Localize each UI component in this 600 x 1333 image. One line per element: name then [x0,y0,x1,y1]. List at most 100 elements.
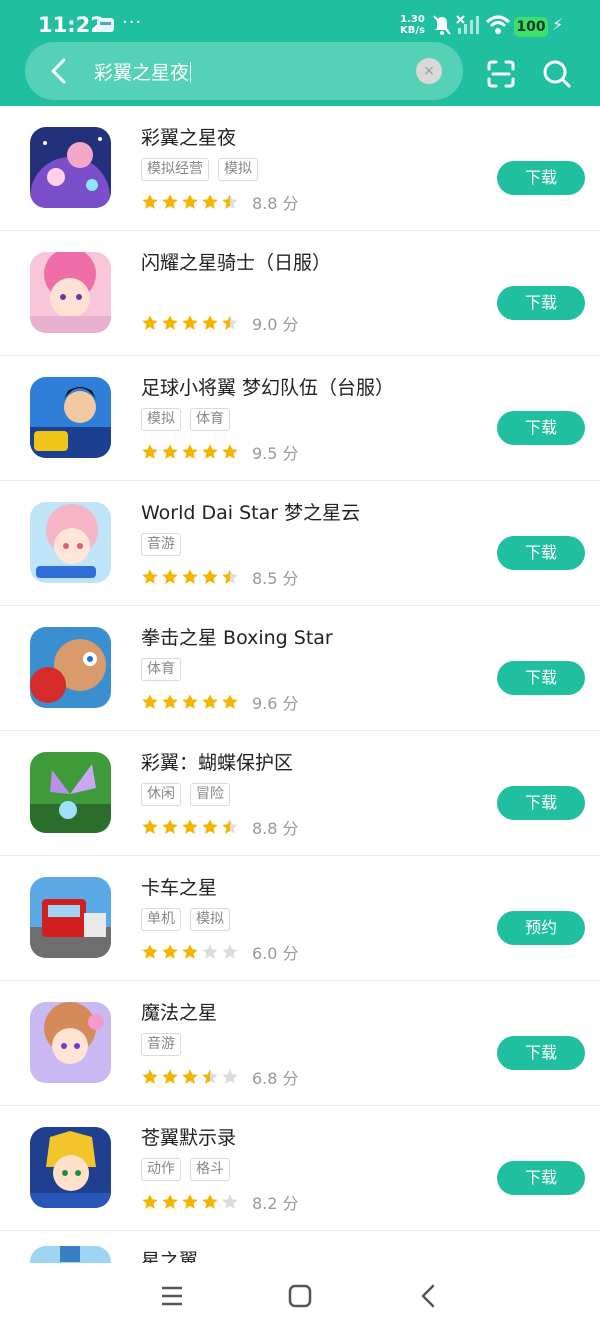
tag: 动作 [141,1158,181,1181]
star-rating [141,314,241,332]
app-name[interactable]: 彩翼之星夜 [141,123,236,150]
app-name[interactable]: 彩翼：蝴蝶保护区 [141,748,293,775]
wifi-icon [485,15,511,34]
star-filled-icon [162,1069,178,1084]
star-filled-icon [182,819,198,834]
search-input[interactable]: 彩翼之星夜 [94,58,192,85]
app-name[interactable]: 卡车之星 [141,873,217,900]
star-rating [141,193,241,211]
app-row-partial[interactable]: 星之翼 [0,1226,600,1263]
app-icon[interactable] [30,1002,111,1083]
tag-list: 动作 格斗 [141,1158,239,1181]
app-row[interactable]: 拳击之星 Boxing Star 体育 9.6 分 下载 [0,606,600,731]
score: 8.5 分 [252,569,299,588]
star-half-icon [222,819,238,834]
star-filled-icon [162,315,178,330]
back-nav-icon[interactable] [418,1284,438,1308]
app-row[interactable]: 卡车之星 单机 模拟 6.0 分 预约 [0,856,600,981]
tag: 音游 [141,1033,181,1056]
star-half-icon [222,315,238,330]
rating: 8.8 分 [141,817,299,838]
charging-icon: ⚡ [552,15,564,34]
download-button[interactable]: 下载 [497,661,585,695]
app-icon[interactable] [30,1246,111,1263]
header: 11:22 ··· 1.30 KB/s 100 ⚡ 彩翼之星夜 × [0,0,600,106]
star-empty-icon [222,944,238,959]
download-button[interactable]: 下载 [497,536,585,570]
search-bar[interactable]: 彩翼之星夜 × [25,42,463,100]
app-icon[interactable] [30,502,111,583]
star-filled-icon [182,315,198,330]
signal-icon [456,15,479,34]
star-rating [141,818,241,836]
tag-list: 模拟 体育 [141,408,239,431]
score: 8.2 分 [252,1194,299,1213]
download-button[interactable]: 下载 [497,161,585,195]
network-speed: 1.30 KB/s [400,14,425,36]
app-row[interactable]: 彩翼之星夜 模拟经营 模拟 8.8 分 下载 [0,106,600,231]
reserve-button[interactable]: 预约 [497,911,585,945]
search-query: 彩翼之星夜 [94,62,190,84]
app-name[interactable]: 闪耀之星骑士（日服） [141,248,331,275]
star-filled-icon [182,444,198,459]
download-button[interactable]: 下载 [497,411,585,445]
tag-list: 单机 模拟 [141,908,239,931]
app-icon[interactable] [30,377,111,458]
search-icon[interactable] [542,58,572,90]
app-row[interactable]: 彩翼：蝴蝶保护区 休闲 冒险 8.8 分 下载 [0,731,600,856]
tag-list: 模拟经营 模拟 [141,158,267,181]
app-name[interactable]: 拳击之星 Boxing Star [141,623,333,650]
app-name[interactable]: World Dai Star 梦之星云 [141,498,360,525]
app-icon[interactable] [30,1127,111,1208]
star-half-icon [202,1069,218,1084]
tag-list: 音游 [141,1033,190,1056]
star-filled-icon [202,444,218,459]
back-icon[interactable] [43,54,77,88]
app-name[interactable]: 星之翼 [141,1246,198,1263]
app-row[interactable]: 苍翼默示录 动作 格斗 8.2 分 下载 [0,1106,600,1231]
download-button[interactable]: 下载 [497,786,585,820]
tag: 冒险 [190,783,230,806]
app-icon[interactable] [30,877,111,958]
home-icon[interactable] [288,1284,312,1308]
app-icon[interactable] [30,752,111,833]
star-filled-icon [142,569,158,584]
app-icon[interactable] [30,127,111,208]
star-filled-icon [202,819,218,834]
star-empty-icon [222,1194,238,1209]
download-button[interactable]: 下载 [497,286,585,320]
star-rating [141,1193,241,1211]
tag: 体育 [141,658,181,681]
star-filled-icon [202,1194,218,1209]
star-filled-icon [222,694,238,709]
score: 6.8 分 [252,1069,299,1088]
download-button[interactable]: 下载 [497,1161,585,1195]
app-row[interactable]: 闪耀之星骑士（日服） 9.0 分 下载 [0,231,600,356]
scan-icon[interactable] [486,59,516,89]
score: 9.5 分 [252,444,299,463]
app-icon[interactable] [30,252,111,333]
app-name[interactable]: 苍翼默示录 [141,1123,236,1150]
app-name[interactable]: 足球小将翼 梦幻队伍（台服） [141,373,394,400]
app-row[interactable]: 魔法之星 音游 6.8 分 下载 [0,981,600,1106]
star-filled-icon [202,194,218,209]
download-button[interactable]: 下载 [497,1036,585,1070]
app-name[interactable]: 魔法之星 [141,998,217,1025]
star-filled-icon [142,944,158,959]
tag: 模拟 [141,408,181,431]
clear-icon[interactable]: × [416,58,442,84]
star-filled-icon [162,819,178,834]
app-row[interactable]: World Dai Star 梦之星云 音游 8.5 分 下载 [0,481,600,606]
rating: 6.8 分 [141,1067,299,1088]
star-rating [141,943,241,961]
tag: 休闲 [141,783,181,806]
star-rating [141,443,241,461]
tag: 音游 [141,533,181,556]
star-filled-icon [202,694,218,709]
app-icon[interactable] [30,627,111,708]
status-bar: 11:22 ··· 1.30 KB/s 100 ⚡ [0,0,600,48]
app-row[interactable]: 足球小将翼 梦幻队伍（台服） 模拟 体育 9.5 分 下载 [0,356,600,481]
tag-list: 音游 [141,533,190,556]
menu-icon[interactable] [160,1285,184,1307]
star-filled-icon [182,194,198,209]
